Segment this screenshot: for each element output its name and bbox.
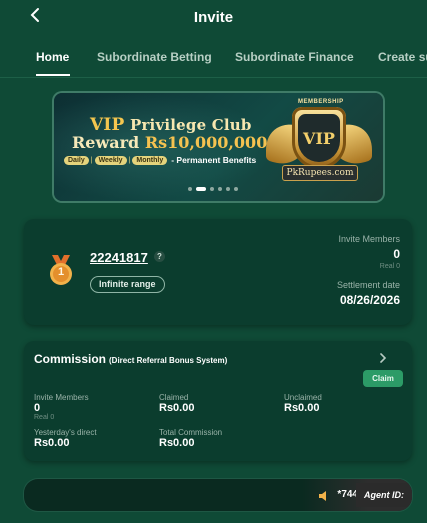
claimed-label: Claimed	[159, 393, 189, 402]
settlement-label: Settlement date	[336, 280, 400, 290]
banner-site-name: PkRupees.com	[282, 165, 358, 181]
banner-reward-prefix: Reward	[72, 133, 140, 152]
commission-title-text: Commission	[34, 352, 107, 366]
tab-subordinate-betting[interactable]: Subordinate Betting	[97, 50, 212, 64]
chevron-left-icon[interactable]	[26, 4, 46, 26]
invite-members-value: 0	[393, 247, 400, 261]
real-count: Real 0	[379, 263, 400, 270]
commission-card: Commission (Direct Referral Bonus System)…	[24, 341, 412, 461]
chip-separator: |	[128, 156, 131, 164]
invite-card: 1 22241817 ? Infinite range Invite Membe…	[24, 219, 412, 325]
banner-reward-amount: Rs10,000,000	[144, 133, 268, 152]
badge-vip-text: VIP	[298, 114, 340, 162]
chip-weekly: Weekly	[94, 155, 127, 165]
tab-home[interactable]: Home	[36, 50, 69, 64]
commission-total: Total Commission Rs0.00	[159, 428, 222, 449]
invite-members-label: Invite Members	[338, 234, 400, 244]
settlement-value: 08/26/2026	[339, 293, 400, 307]
claimed-value: Rs0.00	[159, 402, 195, 414]
carousel-dots	[188, 187, 238, 191]
help-icon[interactable]: ?	[154, 251, 165, 262]
agent-ticker: *744 Agent ID:	[24, 479, 412, 511]
banner-title-rest: Privilege Club	[129, 116, 252, 134]
carousel-dot[interactable]	[196, 187, 206, 191]
agent-ticker-text: *744	[337, 489, 358, 500]
tab-create[interactable]: Create su	[378, 50, 427, 64]
tab-subordinate-finance[interactable]: Subordinate Finance	[235, 50, 354, 64]
banner-reward: Reward Rs10,000,000	[72, 133, 267, 152]
chip-monthly: Monthly	[132, 155, 168, 165]
chip-separator: |	[90, 156, 93, 164]
unclaimed-label: Unclaimed	[284, 393, 322, 402]
rank-medal-number: 1	[57, 266, 65, 278]
total-commission-value: Rs0.00	[159, 437, 195, 449]
range-pill[interactable]: Infinite range	[90, 276, 165, 293]
page-title: Invite	[193, 8, 234, 26]
carousel-dot[interactable]	[188, 187, 192, 191]
commission-subtitle: (Direct Referral Bonus System)	[109, 356, 228, 365]
carousel-dot[interactable]	[234, 187, 238, 191]
unclaimed-value: Rs0.00	[284, 402, 320, 414]
vip-badge: VIP MEMBERSHIP PkRupees.com	[264, 99, 374, 195]
badge-shield: VIP	[292, 107, 346, 169]
speaker-icon	[318, 489, 330, 501]
banner-benefits: - Permanent Benefits	[171, 155, 257, 165]
invite-code[interactable]: 22241817	[90, 250, 148, 265]
banner-chips: Daily | Weekly | Monthly - Permanent Ben…	[64, 155, 256, 165]
carousel-dot[interactable]	[226, 187, 230, 191]
commission-unclaimed: Unclaimed Rs0.00	[284, 393, 322, 414]
badge-membership-text: MEMBERSHIP	[298, 99, 344, 105]
settlement-block: Settlement date 08/26/2026	[337, 280, 400, 307]
claim-button[interactable]: Claim	[363, 370, 403, 387]
commission-claimed: Claimed Rs0.00	[159, 393, 194, 414]
chip-daily: Daily	[64, 155, 89, 165]
commission-yesterday: Yesterday's direct Rs0.00	[34, 428, 97, 449]
rank-medal-icon: 1	[46, 253, 76, 287]
yesterday-label: Yesterday's direct	[34, 428, 97, 437]
invite-members-block: Invite Members 0 Real 0	[338, 234, 400, 270]
agent-id-label: Agent ID:	[356, 483, 412, 507]
promo-banner[interactable]: VIP Privilege Club Reward Rs10,000,000 D…	[54, 93, 383, 201]
total-commission-label: Total Commission	[159, 428, 223, 437]
commission-invite-members: Invite Members 0 Real 0	[34, 393, 89, 421]
header: Invite	[0, 0, 427, 34]
commission-title: Commission (Direct Referral Bonus System)	[34, 352, 227, 366]
carousel-dot[interactable]	[210, 187, 214, 191]
tab-bar: Home Subordinate Betting Subordinate Fin…	[0, 40, 427, 78]
tab-active-indicator	[36, 74, 70, 76]
commission-invite-members-label: Invite Members	[34, 393, 89, 402]
commission-real-count: Real 0	[34, 414, 55, 421]
carousel-dot[interactable]	[218, 187, 222, 191]
banner-vip-word: VIP	[90, 115, 125, 135]
banner-title: VIP Privilege Club	[90, 115, 252, 135]
commission-invite-members-value: 0	[34, 402, 41, 414]
yesterday-value: Rs0.00	[34, 437, 70, 449]
chevron-right-icon[interactable]	[378, 351, 388, 368]
